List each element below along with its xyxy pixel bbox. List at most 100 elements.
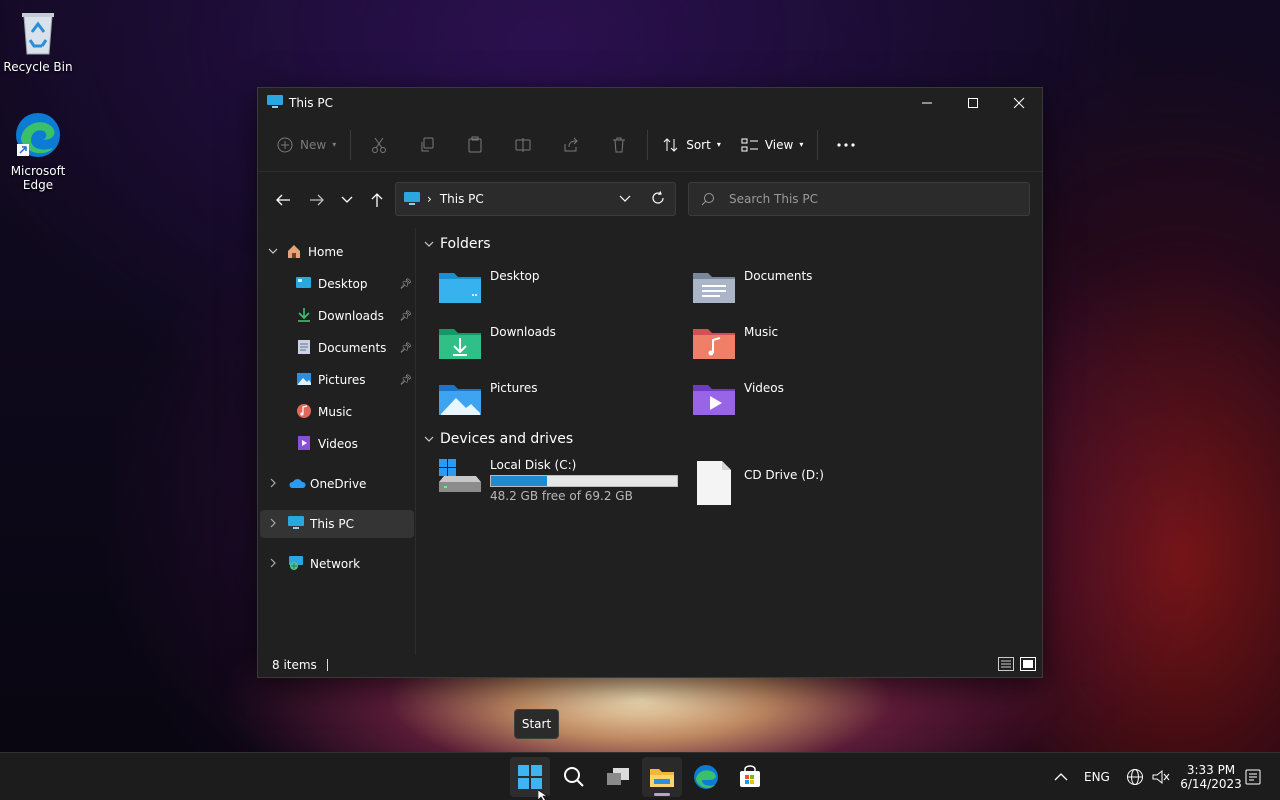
taskbar-search-button[interactable] xyxy=(554,757,594,797)
delete-button[interactable] xyxy=(595,128,643,162)
search-input[interactable]: Search This PC xyxy=(729,192,818,206)
close-icon xyxy=(1013,97,1025,109)
arrow-right-icon xyxy=(310,194,324,206)
chevron-down-icon[interactable] xyxy=(268,247,282,257)
view-icon xyxy=(741,138,758,151)
large-icons-view-icon xyxy=(1020,656,1036,671)
onedrive-icon xyxy=(288,477,306,492)
sidebar-item-network[interactable]: Network xyxy=(260,550,414,578)
sidebar-item-home[interactable]: Home xyxy=(260,238,414,266)
desktop-icon-recycle-bin[interactable]: Recycle Bin xyxy=(0,8,76,74)
desktop-icon-edge[interactable]: Microsoft Edge xyxy=(0,110,76,192)
share-icon xyxy=(564,137,578,151)
status-divider xyxy=(326,659,328,671)
mouse-cursor-icon xyxy=(537,789,548,800)
drive-cd-d[interactable]: CD Drive (D:) xyxy=(696,460,824,506)
content-pane: Folders Desktop Documents Downloads Musi… xyxy=(418,228,1042,655)
address-bar[interactable]: › This PC xyxy=(395,182,676,216)
sidebar-item-music[interactable]: Music xyxy=(260,398,414,426)
sidebar-item-label: Home xyxy=(308,245,344,259)
chevron-right-icon[interactable] xyxy=(270,557,282,571)
pictures-folder-icon xyxy=(439,385,481,415)
paste-button[interactable] xyxy=(451,128,499,162)
sidebar-item-this-pc[interactable]: This PC xyxy=(260,510,414,538)
address-dropdown-icon[interactable] xyxy=(619,192,631,206)
sidebar-item-label: Pictures xyxy=(318,373,366,387)
section-title: Folders xyxy=(440,236,491,252)
chevron-up-icon xyxy=(1054,773,1068,781)
folder-pictures[interactable]: Pictures xyxy=(438,380,538,416)
more-options-button[interactable] xyxy=(822,128,870,162)
taskbar-file-explorer[interactable] xyxy=(642,757,682,797)
back-button[interactable] xyxy=(266,184,300,216)
minimize-button[interactable] xyxy=(904,88,950,118)
details-view-button[interactable] xyxy=(998,656,1014,674)
start-tooltip: Start xyxy=(514,709,559,739)
copy-button[interactable] xyxy=(403,128,451,162)
search-box[interactable]: Search This PC xyxy=(688,182,1030,216)
sidebar-item-onedrive[interactable]: OneDrive xyxy=(260,470,414,498)
new-button[interactable]: New ▾ xyxy=(266,128,346,162)
sidebar-item-documents[interactable]: Documents 📌︎ xyxy=(260,334,414,362)
paste-icon xyxy=(468,136,482,152)
toolbar-divider xyxy=(817,129,819,160)
home-icon xyxy=(286,243,302,262)
recent-locations-button[interactable] xyxy=(334,184,360,216)
documents-folder-icon xyxy=(693,273,735,303)
forward-button[interactable] xyxy=(300,184,334,216)
share-button[interactable] xyxy=(547,128,595,162)
folders-section-header[interactable]: Folders xyxy=(424,236,491,252)
view-button[interactable]: View ▾ xyxy=(731,128,814,162)
network-status-button[interactable] xyxy=(1126,753,1144,800)
sidebar-item-label: Videos xyxy=(318,437,358,451)
command-bar: New ▾ Sort ▾ View ▾ xyxy=(258,118,1042,172)
minimize-icon xyxy=(922,102,932,104)
language-indicator[interactable]: ENG xyxy=(1084,753,1110,800)
clock[interactable]: 3:33 PM 6/14/2023 xyxy=(1180,753,1242,800)
sidebar-item-desktop[interactable]: Desktop 📌︎ xyxy=(260,270,414,298)
sort-icon xyxy=(663,137,678,152)
sidebar-item-label: Network xyxy=(310,557,361,571)
sort-button[interactable]: Sort ▾ xyxy=(652,128,731,162)
sidebar-item-videos[interactable]: Videos xyxy=(260,430,414,458)
folder-desktop[interactable]: Desktop xyxy=(438,268,540,304)
desktop-folder-icon xyxy=(439,273,481,303)
drive-local-disk-c[interactable]: Local Disk (C:) 48.2 GB free of 69.2 GB xyxy=(438,458,678,503)
folder-videos[interactable]: Videos xyxy=(692,380,784,416)
title-bar[interactable]: This PC xyxy=(258,88,1042,118)
folder-music[interactable]: Music xyxy=(692,324,778,360)
volume-button[interactable] xyxy=(1152,753,1170,800)
taskbar-edge[interactable] xyxy=(686,757,726,797)
taskbar-store[interactable] xyxy=(730,757,770,797)
rename-button[interactable] xyxy=(499,128,547,162)
refresh-icon[interactable] xyxy=(651,190,665,208)
new-label: New xyxy=(300,137,327,152)
sidebar-item-downloads[interactable]: Downloads 📌︎ xyxy=(260,302,414,330)
breadcrumb-this-pc[interactable]: This PC xyxy=(440,192,484,206)
task-view-button[interactable] xyxy=(598,757,638,797)
pin-icon: 📌︎ xyxy=(399,374,412,386)
edge-icon xyxy=(13,110,63,160)
close-button[interactable] xyxy=(996,88,1042,118)
edge-label-line2: Edge xyxy=(22,178,54,192)
folder-downloads[interactable]: Downloads xyxy=(438,324,556,360)
start-icon xyxy=(518,765,542,789)
show-hidden-icons-button[interactable] xyxy=(1054,753,1068,800)
videos-folder-icon xyxy=(693,385,735,415)
sidebar-item-label: Documents xyxy=(318,341,387,355)
globe-icon xyxy=(1127,769,1143,785)
chevron-right-icon[interactable] xyxy=(270,517,282,531)
maximize-button[interactable] xyxy=(950,88,996,118)
rename-icon xyxy=(515,137,531,152)
toolbar-divider xyxy=(350,129,352,160)
folder-documents[interactable]: Documents xyxy=(692,268,812,304)
cut-button[interactable] xyxy=(355,128,403,162)
sidebar-item-pictures[interactable]: Pictures 📌︎ xyxy=(260,366,414,394)
up-button[interactable] xyxy=(360,184,394,216)
desktop-folder-icon xyxy=(296,276,312,293)
large-icons-view-button[interactable] xyxy=(1020,656,1036,674)
sidebar-item-label: Music xyxy=(318,405,353,419)
devices-section-header[interactable]: Devices and drives xyxy=(424,431,573,447)
chevron-right-icon[interactable] xyxy=(270,477,282,491)
notifications-button[interactable] xyxy=(1244,753,1262,800)
